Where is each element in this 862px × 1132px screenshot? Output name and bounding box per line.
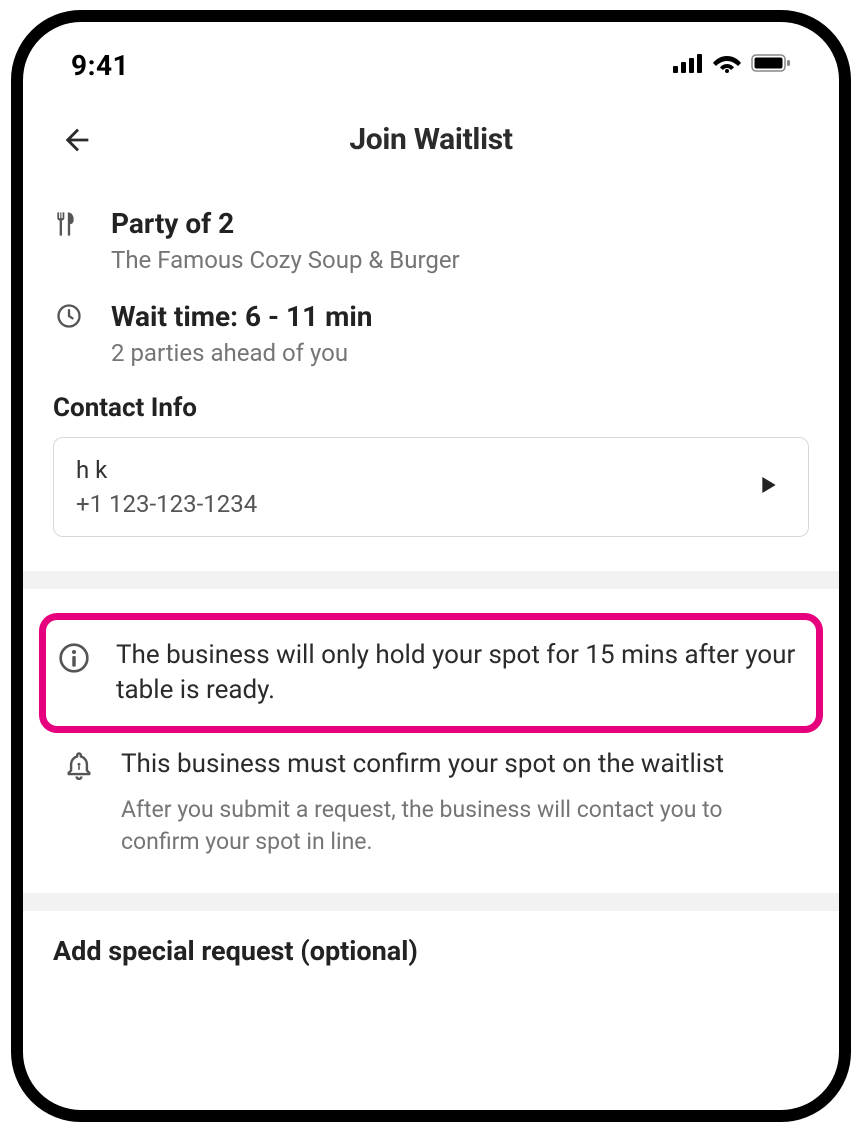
confirm-notice-title: This business must confirm your spot on … [121,747,803,782]
restaurant-icon [53,207,85,239]
contact-info-card[interactable]: h k +1 123-123-1234 [53,437,809,537]
confirm-notice-row: This business must confirm your spot on … [53,747,809,858]
bell-icon [59,747,99,785]
contact-name: h k [76,456,257,484]
section-divider [23,893,839,911]
chevron-right-icon [762,477,786,497]
wait-time-row: Wait time: 6 - 11 min 2 parties ahead of… [53,300,809,367]
arrow-left-icon [60,123,94,157]
device-frame: 9:41 Join Waitlist Party of 2 [11,10,851,1122]
clock-icon [53,300,85,330]
parties-ahead-label: 2 parties ahead of you [111,339,809,367]
info-icon [54,638,94,674]
confirm-notice-subtext: After you submit a request, the business… [121,794,803,858]
wait-time-label: Wait time: 6 - 11 min [111,300,809,333]
status-icons [673,53,791,77]
nav-bar: Join Waitlist [23,92,839,177]
wifi-icon [713,53,741,77]
section-divider [23,571,839,589]
special-request-heading: Add special request (optional) [53,935,809,967]
page-title: Join Waitlist [53,122,809,157]
hold-spot-text: The business will only hold your spot fo… [116,638,802,708]
back-button[interactable] [53,116,101,164]
status-time: 9:41 [71,49,129,82]
status-bar: 9:41 [23,22,839,92]
contact-phone: +1 123-123-1234 [76,490,257,518]
party-info-row: Party of 2 The Famous Cozy Soup & Burger [53,207,809,274]
contact-info-heading: Contact Info [53,393,809,423]
battery-icon [751,53,791,77]
party-size-label: Party of 2 [111,207,809,240]
restaurant-name: The Famous Cozy Soup & Burger [111,246,809,274]
cellular-icon [673,53,703,77]
hold-spot-callout: The business will only hold your spot fo… [39,613,823,733]
main-content: Party of 2 The Famous Cozy Soup & Burger… [23,177,839,967]
